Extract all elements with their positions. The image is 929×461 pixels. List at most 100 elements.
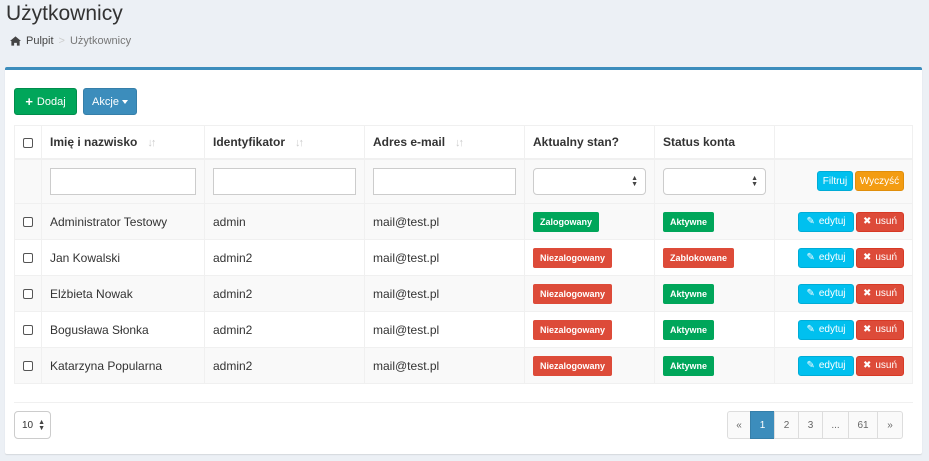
edit-icon: ✎ <box>806 324 815 335</box>
state-badge: Niezalogowany <box>533 247 613 268</box>
caret-down-icon <box>121 99 128 104</box>
status-badge: Aktywne <box>663 355 715 376</box>
edit-icon: ✎ <box>806 252 815 263</box>
cell-identifier: admin <box>204 203 365 240</box>
cell-name: Administrator Testowy <box>41 203 205 240</box>
cell-email: mail@test.pl <box>364 311 525 348</box>
cell-name: Elżbieta Nowak <box>41 275 205 312</box>
table-row: Elżbieta Nowak admin2 mail@test.pl Niezalog… <box>14 275 913 312</box>
delete-button[interactable]: ✖ usuń <box>856 211 904 232</box>
column-header-name[interactable]: Imię i nazwisko ↓↑ <box>41 125 205 160</box>
users-box: + Dodaj Akcje Imię i nazwisko ↓↑ Identyfi… <box>5 67 922 454</box>
close-icon: ✖ <box>862 324 872 335</box>
edit-button[interactable]: ✎ edytuj <box>798 211 854 232</box>
clear-filter-button[interactable]: Wyczyść <box>855 171 904 192</box>
filter-button[interactable]: Filtruj <box>817 171 853 192</box>
actions-dropdown-button[interactable]: Akcje <box>83 88 137 115</box>
column-header-actions <box>774 125 913 160</box>
column-header-email[interactable]: Adres e-mail ↓↑ <box>364 125 525 160</box>
cell-email: mail@test.pl <box>364 203 525 240</box>
table-row: Bogusława Słonka admin2 mail@test.pl Niezal… <box>14 311 913 348</box>
sort-icon[interactable]: ↓↑ <box>455 137 464 149</box>
pagination-page[interactable]: 1 <box>750 411 775 439</box>
select-arrows-icon: ▲ ▼ <box>631 174 638 188</box>
edit-button[interactable]: ✎ edytuj <box>798 247 854 268</box>
state-badge: Niezalogowany <box>533 283 613 304</box>
table-row: Administrator Testowy admin mail@test.pl Za… <box>14 203 913 240</box>
status-badge: Aktywne <box>663 283 715 304</box>
select-all-checkbox[interactable] <box>23 137 33 148</box>
pagination-page[interactable]: 3 <box>798 411 823 439</box>
select-arrows-icon: ▲ ▼ <box>751 174 758 188</box>
add-button-label: Dodaj <box>36 95 66 108</box>
table-row: Katarzyna Popularna admin2 mail@test.pl Nie… <box>14 347 913 384</box>
delete-button[interactable]: ✖ usuń <box>856 319 904 340</box>
breadcrumb-home-link[interactable]: Pulpit <box>26 35 54 47</box>
sort-icon[interactable]: ↓↑ <box>295 137 304 149</box>
state-badge: Niezalogowany <box>533 319 613 340</box>
close-icon: ✖ <box>862 288 872 299</box>
breadcrumb: Pulpit > Użytkownicy <box>10 35 131 47</box>
plus-icon: + <box>25 94 33 109</box>
pagination-prev[interactable]: « <box>727 411 751 439</box>
cell-email: mail@test.pl <box>364 275 525 312</box>
pagination-page[interactable]: 61 <box>848 411 878 439</box>
status-badge: Aktywne <box>663 211 715 232</box>
table-header-row: Imię i nazwisko ↓↑ Identyfikator ↓↑ Adres … <box>14 125 913 160</box>
close-icon: ✖ <box>862 360 872 371</box>
actions-button-label: Akcje <box>92 95 119 108</box>
cell-name: Bogusława Słonka <box>41 311 205 348</box>
state-badge: Niezalogowany <box>533 355 613 376</box>
column-header-state: Aktualny stan? <box>524 125 655 160</box>
close-icon: ✖ <box>862 216 872 227</box>
edit-button[interactable]: ✎ edytuj <box>798 283 854 304</box>
filter-row: ▲ ▼ ▲ ▼ Filtruj Wyczyść <box>14 158 913 204</box>
delete-button[interactable]: ✖ usuń <box>856 247 904 268</box>
sort-icon[interactable]: ↓↑ <box>147 137 156 149</box>
edit-icon: ✎ <box>806 216 815 227</box>
row-checkbox[interactable] <box>23 325 33 336</box>
edit-icon: ✎ <box>806 360 815 371</box>
delete-button[interactable]: ✖ usuń <box>856 283 904 304</box>
cell-name: Katarzyna Popularna <box>41 347 205 384</box>
state-badge: Zalogowany <box>533 211 600 232</box>
per-page-select[interactable]: 10 ▲ ▼ <box>14 411 51 439</box>
close-icon: ✖ <box>862 252 872 263</box>
column-header-status: Status konta <box>654 125 775 160</box>
cell-email: mail@test.pl <box>364 239 525 276</box>
row-checkbox[interactable] <box>23 217 33 228</box>
status-badge: Zablokowane <box>663 247 735 268</box>
breadcrumb-separator: > <box>58 35 65 47</box>
edit-icon: ✎ <box>806 288 815 299</box>
filter-name-input[interactable] <box>50 167 196 195</box>
filter-state-select[interactable]: ▲ ▼ <box>533 167 646 195</box>
edit-button[interactable]: ✎ edytuj <box>798 355 854 376</box>
table-row: Jan Kowalski admin2 mail@test.pl Niezalogow… <box>14 239 913 276</box>
cell-identifier: admin2 <box>204 311 365 348</box>
pagination-next[interactable]: » <box>877 411 903 439</box>
cell-identifier: admin2 <box>204 239 365 276</box>
breadcrumb-current: Użytkownicy <box>69 35 132 47</box>
pagination-ellipsis: ... <box>822 411 849 439</box>
cell-identifier: admin2 <box>204 275 365 312</box>
home-icon <box>10 36 21 46</box>
filter-status-select[interactable]: ▲ ▼ <box>663 167 766 195</box>
column-header-identifier[interactable]: Identyfikator ↓↑ <box>204 125 365 160</box>
delete-button[interactable]: ✖ usuń <box>856 355 904 376</box>
edit-button[interactable]: ✎ edytuj <box>798 319 854 340</box>
add-user-button[interactable]: + Dodaj <box>14 88 77 115</box>
row-checkbox[interactable] <box>23 289 33 300</box>
row-checkbox[interactable] <box>23 361 33 372</box>
filter-email-input[interactable] <box>373 167 516 195</box>
pagination: « 1 2 3 ... 61 » <box>727 411 903 439</box>
pagination-page[interactable]: 2 <box>774 411 799 439</box>
filter-identifier-input[interactable] <box>213 167 356 195</box>
row-checkbox[interactable] <box>23 253 33 264</box>
users-table: Imię i nazwisko ↓↑ Identyfikator ↓↑ Adres … <box>14 125 913 384</box>
cell-name: Jan Kowalski <box>41 239 205 276</box>
cell-email: mail@test.pl <box>364 347 525 384</box>
status-badge: Aktywne <box>663 319 715 340</box>
page-title: Użytkownicy <box>6 2 123 25</box>
table-footer-divider <box>14 402 913 403</box>
cell-identifier: admin2 <box>204 347 365 384</box>
